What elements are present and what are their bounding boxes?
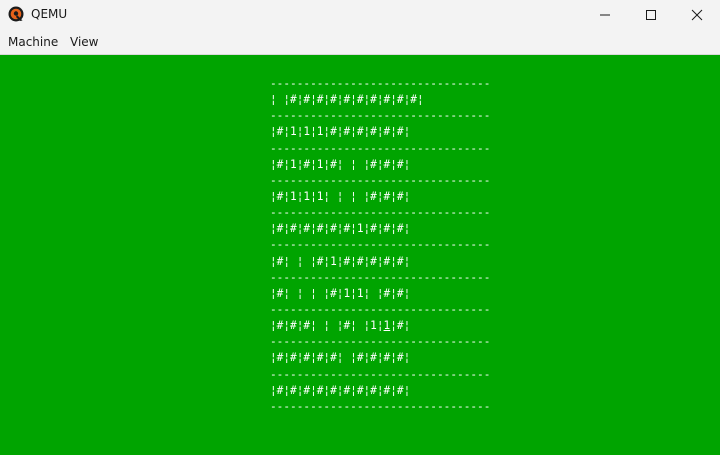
board-line: --------------------------------- bbox=[270, 109, 491, 123]
title-bar[interactable]: QEMU bbox=[0, 0, 720, 31]
qemu-logo-icon bbox=[8, 6, 24, 22]
board-line: --------------------------------- bbox=[270, 270, 491, 284]
board-line: ¦#¦#¦#¦#¦#¦#¦1¦#¦#¦#¦ bbox=[270, 222, 411, 236]
menu-view[interactable]: View bbox=[70, 35, 98, 49]
board-line: ¦#¦ ¦ ¦#¦1¦#¦#¦#¦#¦#¦ bbox=[270, 254, 411, 268]
board-line: --------------------------------- bbox=[270, 335, 491, 349]
minimize-button[interactable] bbox=[582, 0, 628, 31]
board-line: ¦#¦1¦1¦1¦ ¦ ¦ ¦#¦#¦#¦ bbox=[270, 189, 411, 203]
minesweeper-board: --------------------------------- ¦ ¦#¦#¦… bbox=[270, 76, 490, 415]
board-line: ¦#¦1¦1¦1¦#¦#¦#¦#¦#¦#¦ bbox=[270, 125, 411, 139]
close-button[interactable] bbox=[674, 0, 720, 31]
maximize-button[interactable] bbox=[628, 0, 674, 31]
board-line: ¦ ¦#¦#¦#¦#¦#¦#¦#¦#¦#¦#¦ bbox=[270, 93, 424, 107]
board-line: ¦#¦#¦#¦#¦#¦ ¦#¦#¦#¦#¦ bbox=[270, 351, 411, 365]
board-line: --------------------------------- bbox=[270, 141, 491, 155]
window-title: QEMU bbox=[31, 7, 68, 21]
board-line: --------------------------------- bbox=[270, 173, 491, 187]
close-icon bbox=[691, 9, 703, 21]
menu-machine[interactable]: Machine bbox=[8, 35, 58, 49]
menu-bar: Machine View bbox=[0, 31, 720, 55]
vm-display[interactable]: --------------------------------- ¦ ¦#¦#¦… bbox=[0, 55, 720, 455]
board-line: --------------------------------- bbox=[270, 238, 491, 252]
board-line: --------------------------------- bbox=[270, 77, 491, 90]
board-line: ¦#¦1¦#¦1¦#¦ ¦ ¦#¦#¦#¦ bbox=[270, 157, 411, 171]
board-line-cursor-row: ¦#¦#¦#¦ ¦ ¦#¦ ¦1¦1¦#¦ bbox=[270, 318, 490, 334]
board-line: --------------------------------- bbox=[270, 206, 491, 220]
board-line: --------------------------------- bbox=[270, 399, 491, 413]
cursor-row-before: ¦#¦#¦#¦ ¦ ¦#¦ ¦1¦ bbox=[270, 319, 384, 333]
cursor-row-after: ¦#¦ bbox=[390, 319, 411, 333]
maximize-icon bbox=[646, 10, 656, 20]
board-line: ¦#¦#¦#¦#¦#¦#¦#¦#¦#¦#¦ bbox=[270, 383, 411, 397]
minimize-icon bbox=[600, 14, 610, 16]
board-line: ¦#¦ ¦ ¦ ¦#¦1¦1¦ ¦#¦#¦ bbox=[270, 286, 411, 300]
board-line: --------------------------------- bbox=[270, 302, 491, 316]
board-line: --------------------------------- bbox=[270, 367, 491, 381]
